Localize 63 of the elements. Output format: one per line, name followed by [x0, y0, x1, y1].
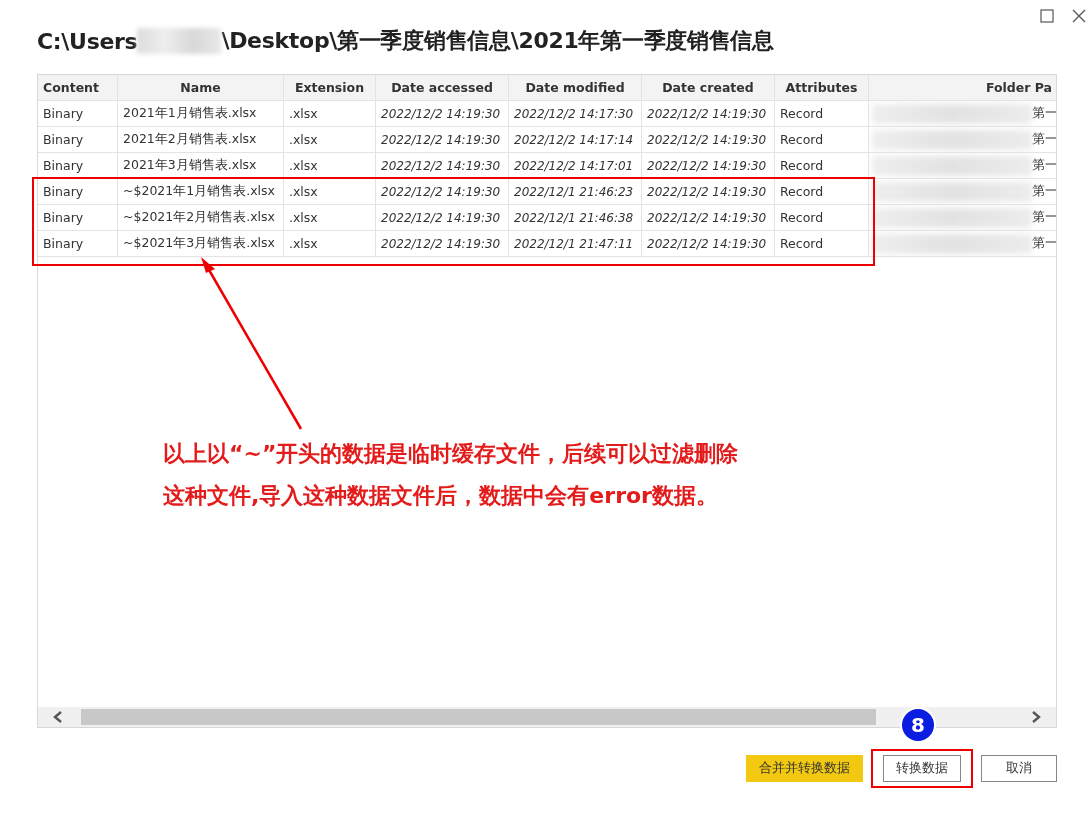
window-title: \Desktop\第一季度销售信息\2021年第一季度销售信息: [221, 27, 774, 55]
table-cell: Record: [775, 127, 869, 153]
scroll-left-icon[interactable]: [53, 711, 63, 723]
table-cell: Binary: [38, 179, 118, 205]
table-cell: ~$2021年1月销售表.xlsx: [118, 179, 284, 205]
table-cell: .xlsx: [284, 179, 376, 205]
table-cell: .xlsx: [284, 127, 376, 153]
table-cell: 2022/12/2 14:17:30: [509, 101, 642, 127]
table-cell: 2022/12/2 14:19:30: [376, 205, 509, 231]
table-cell: 2022/12/2 14:19:30: [376, 127, 509, 153]
table-cell: Binary: [38, 205, 118, 231]
table-cell: 2022/12/2 14:19:30: [642, 127, 775, 153]
table-cell: Binary: [38, 231, 118, 257]
table-cell: 2022/12/2 14:19:30: [376, 231, 509, 257]
close-icon[interactable]: [1072, 9, 1086, 23]
column-header[interactable]: Date accessed: [376, 75, 509, 101]
scrollbar-thumb[interactable]: [81, 709, 876, 725]
table-cell: Binary: [38, 101, 118, 127]
transform-button[interactable]: 转换数据: [883, 755, 961, 782]
column-header[interactable]: Attributes: [775, 75, 869, 101]
cancel-button[interactable]: 取消: [981, 755, 1057, 782]
table-cell: Record: [775, 231, 869, 257]
column-header[interactable]: Folder Pa: [869, 75, 1056, 101]
table-cell: 2022/12/2 14:19:30: [642, 153, 775, 179]
table-cell: 2022/12/2 14:19:30: [376, 153, 509, 179]
table-cell: 2021年3月销售表.xlsx: [118, 153, 284, 179]
table-cell: ~$2021年2月销售表.xlsx: [118, 205, 284, 231]
column-header[interactable]: Extension: [284, 75, 376, 101]
table-cell: 2022/12/2 14:19:30: [376, 179, 509, 205]
table-cell: 2022/12/1 21:47:11: [509, 231, 642, 257]
column-header[interactable]: Name: [118, 75, 284, 101]
window-title: C:\Users: [37, 28, 138, 54]
table-cell: Binary: [38, 127, 118, 153]
table-cell: .xlsx: [284, 101, 376, 127]
table-cell: 2022/12/2 14:19:30: [642, 101, 775, 127]
table-cell: .xlsx: [284, 153, 376, 179]
table-cell: 2022/12/2 14:19:30: [376, 101, 509, 127]
step-badge: 8: [902, 709, 934, 741]
table-cell: Record: [775, 153, 869, 179]
table-cell: 2022/12/2 14:17:14: [509, 127, 642, 153]
table-cell: 2022/12/2 14:19:30: [642, 179, 775, 205]
table-cell: 2022/12/1 21:46:23: [509, 179, 642, 205]
table-cell: 2022/12/2 14:19:30: [642, 231, 775, 257]
column-header[interactable]: Content: [38, 75, 118, 101]
callout-text: 这种文件,导入这种数据文件后，数据中会有error数据。: [163, 482, 719, 510]
scroll-right-icon[interactable]: [1031, 711, 1041, 723]
table-cell: 2022/12/1 21:46:38: [509, 205, 642, 231]
table-cell: .xlsx: [284, 231, 376, 257]
table-cell: .xlsx: [284, 205, 376, 231]
maximize-icon[interactable]: [1040, 9, 1054, 23]
column-header[interactable]: Date created: [642, 75, 775, 101]
table-cell: Record: [775, 205, 869, 231]
callout-text: 以上以“~”开头的数据是临时缓存文件，后续可以过滤删除: [163, 440, 739, 468]
table-cell: 2021年1月销售表.xlsx: [118, 101, 284, 127]
table-cell: 2022/12/2 14:17:01: [509, 153, 642, 179]
table-cell: Record: [775, 179, 869, 205]
table-cell: Binary: [38, 153, 118, 179]
table-cell: Record: [775, 101, 869, 127]
table-cell: 2022/12/2 14:19:30: [642, 205, 775, 231]
table-cell: ~$2021年3月销售表.xlsx: [118, 231, 284, 257]
column-header[interactable]: Date modified: [509, 75, 642, 101]
table-cell: 2021年2月销售表.xlsx: [118, 127, 284, 153]
combine-button[interactable]: 合并并转换数据: [746, 755, 863, 782]
